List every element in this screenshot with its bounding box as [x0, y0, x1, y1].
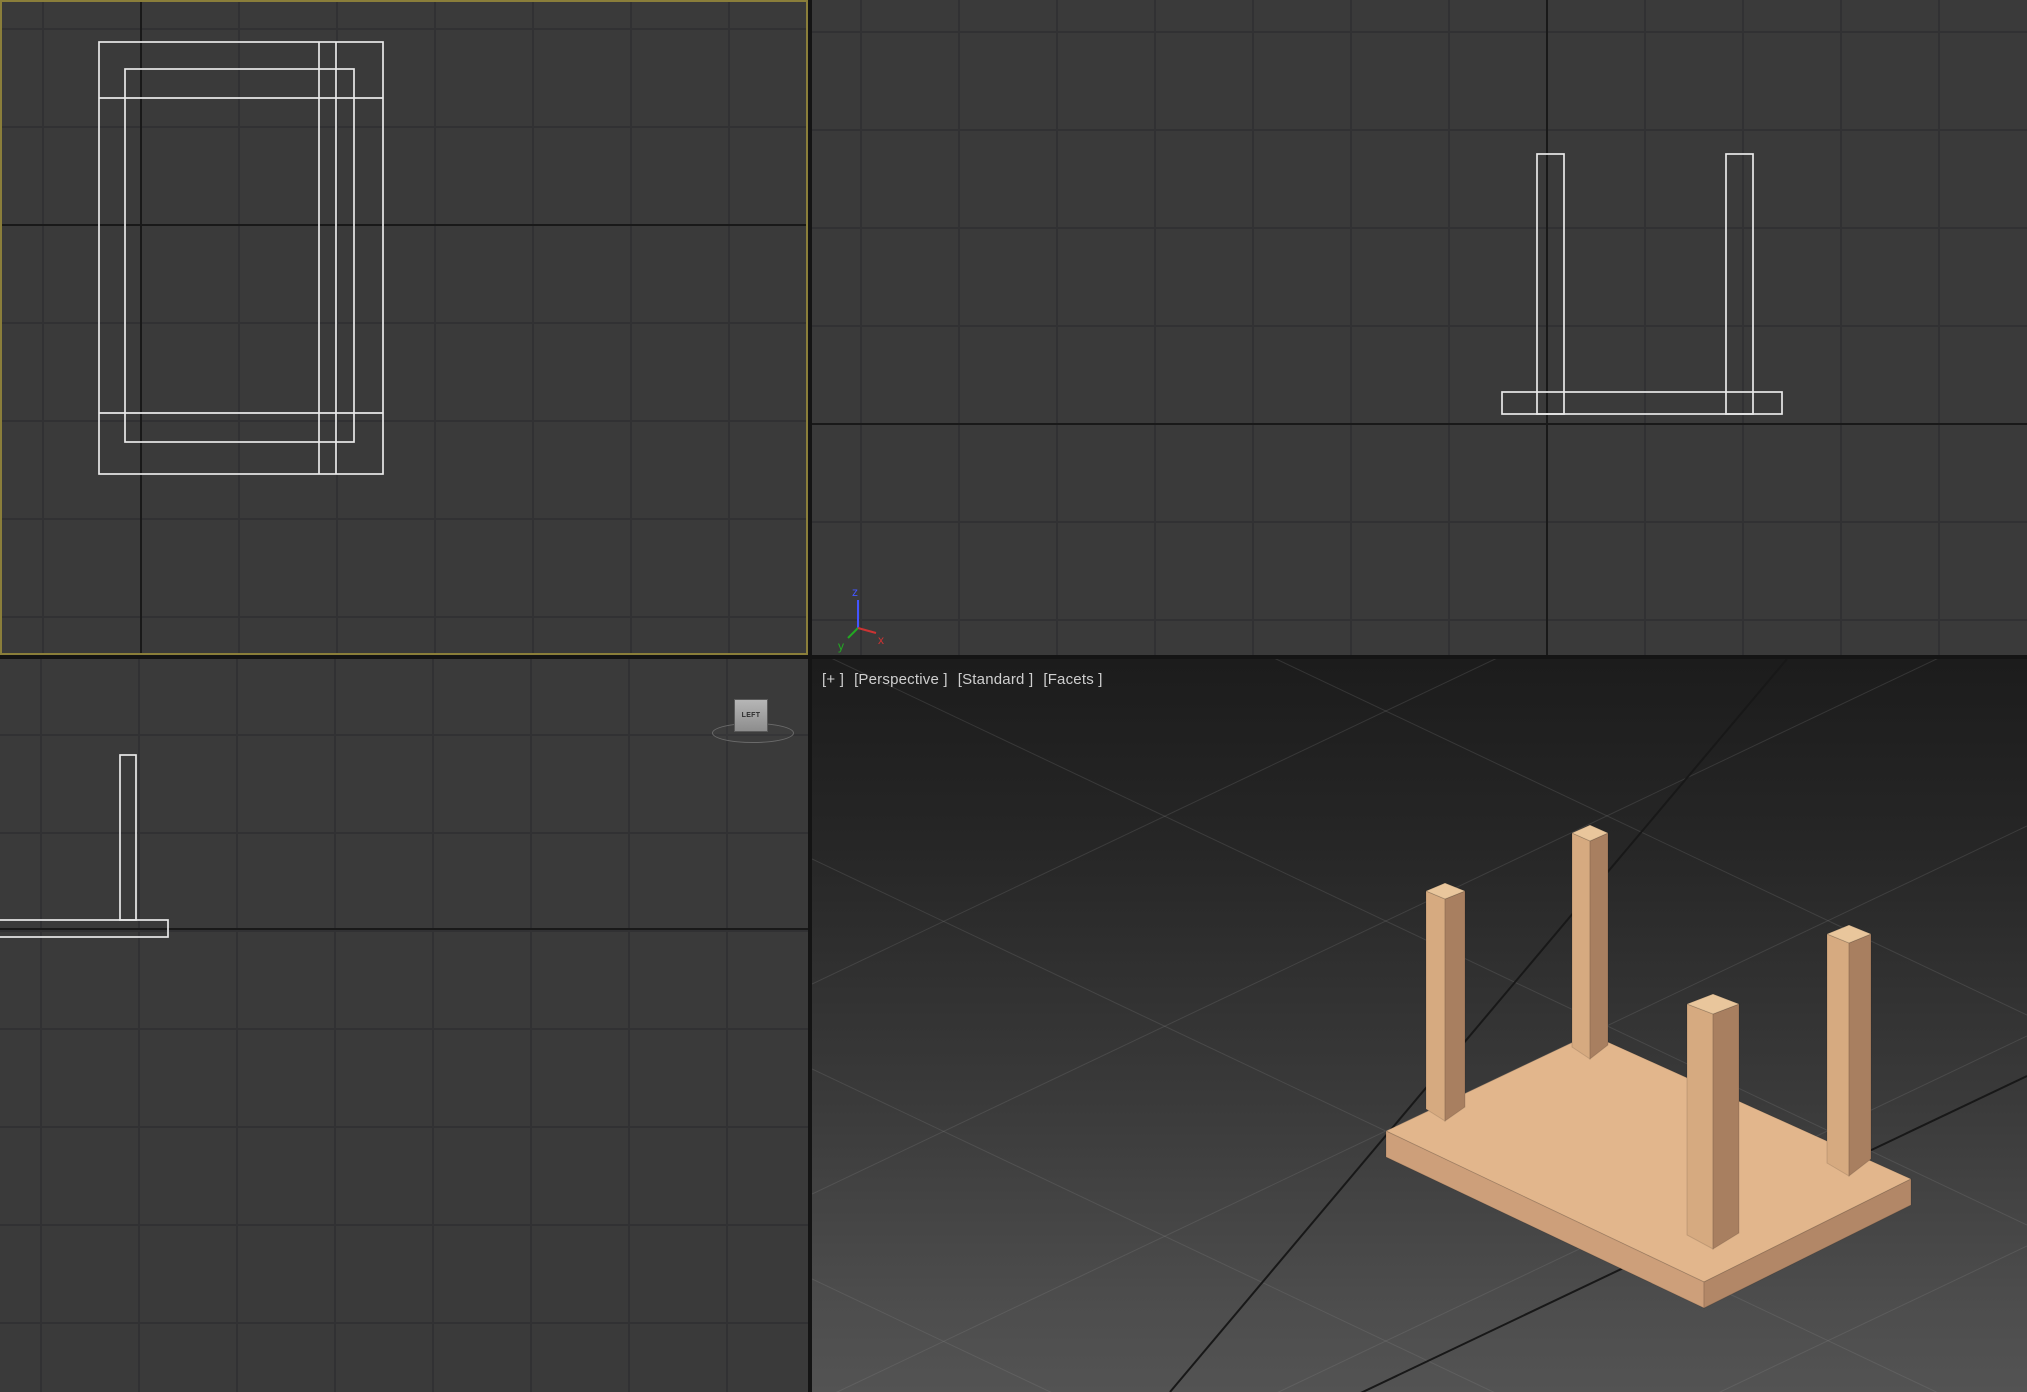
- leg-front-face-right: [1713, 1004, 1739, 1249]
- table-wireframe-top-view[interactable]: [99, 42, 383, 474]
- viewport-renderer-menu[interactable]: [Standard ]: [958, 671, 1034, 688]
- leg-east-face-left: [1827, 934, 1849, 1176]
- leg-back-face-right: [1590, 833, 1608, 1059]
- viewport-canvas: { "perspective_header": { "expand": "[+ …: [0, 0, 2027, 1392]
- left-view-wireframe: [0, 659, 808, 1392]
- viewport-left-view[interactable]: LEFT: [0, 659, 808, 1392]
- leg-back-face-left: [1572, 833, 1590, 1059]
- viewport-shading-menu[interactable]: [Facets ]: [1043, 671, 1102, 688]
- leg-front-face-left: [1687, 1004, 1713, 1249]
- viewcube[interactable]: LEFT: [734, 699, 768, 732]
- leg-west-face-right: [1445, 891, 1465, 1121]
- table-wireframe-front-view[interactable]: [1502, 154, 1782, 414]
- leg-east-face-right: [1849, 934, 1871, 1176]
- viewport-front-view[interactable]: z y x: [812, 0, 2027, 655]
- table-3d-object[interactable]: [1386, 825, 1911, 1308]
- viewport-top-view[interactable]: [0, 0, 808, 655]
- front-view-wireframe: z y x: [812, 0, 2027, 655]
- table-wireframe-left-view[interactable]: [0, 755, 168, 937]
- perspective-scene: [812, 659, 2027, 1392]
- viewport-perspective[interactable]: [+ ] [Perspective ] [Standard ] [Facets …: [812, 659, 2027, 1392]
- tripod-z-label: z: [852, 585, 858, 599]
- tripod-x-label: x: [878, 633, 884, 647]
- viewport-options-button[interactable]: [+ ]: [822, 671, 844, 688]
- viewcube-face-label: LEFT: [742, 712, 761, 719]
- viewport-view-menu[interactable]: [Perspective ]: [854, 671, 948, 688]
- tripod-y-label: y: [838, 639, 844, 653]
- perspective-header: [+ ] [Perspective ] [Standard ] [Facets …: [822, 671, 1103, 688]
- axis-tripod: z y x: [838, 585, 884, 653]
- leg-west-face-left: [1426, 891, 1445, 1121]
- top-view-wireframe: [2, 2, 808, 655]
